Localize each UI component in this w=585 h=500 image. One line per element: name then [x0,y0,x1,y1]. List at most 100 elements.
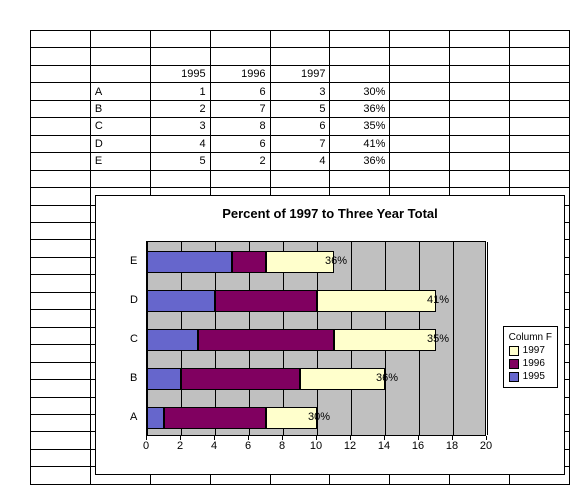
cell[interactable] [31,83,91,100]
cell[interactable] [31,240,91,257]
data-cell[interactable]: 2 [150,100,210,117]
row-label-cell[interactable]: B [90,100,150,117]
data-cell[interactable]: 3 [270,83,330,100]
row-label-cell[interactable]: C [90,118,150,135]
cell[interactable] [450,118,510,135]
cell[interactable] [31,380,91,397]
data-cell[interactable]: 7 [210,100,270,117]
cell[interactable] [210,31,270,48]
row-label-cell[interactable]: A [90,83,150,100]
cell[interactable] [31,414,91,431]
data-cell[interactable]: 35% [330,118,390,135]
cell[interactable] [510,153,570,170]
cell[interactable] [390,100,450,117]
row-label-cell[interactable]: D [90,135,150,152]
cell[interactable] [510,31,570,48]
header-cell[interactable]: 1996 [210,65,270,82]
cell[interactable] [90,170,150,187]
cell[interactable] [90,31,150,48]
cell[interactable] [150,48,210,65]
cell[interactable] [510,65,570,82]
cell[interactable] [270,31,330,48]
cell[interactable] [31,275,91,292]
cell[interactable] [270,170,330,187]
cell[interactable] [510,100,570,117]
data-cell[interactable]: 4 [150,135,210,152]
cell[interactable] [31,449,91,466]
data-cell[interactable]: 5 [150,153,210,170]
cell[interactable] [450,100,510,117]
cell[interactable] [31,432,91,449]
cell[interactable] [31,153,91,170]
cell[interactable] [31,188,91,205]
cell[interactable] [31,205,91,222]
cell[interactable] [31,48,91,65]
data-cell[interactable]: 36% [330,153,390,170]
cell[interactable] [90,48,150,65]
cell[interactable] [390,31,450,48]
legend-label-1995: 1995 [523,371,545,382]
cell[interactable] [450,48,510,65]
cell[interactable] [31,65,91,82]
cell[interactable] [31,345,91,362]
cell[interactable] [450,153,510,170]
cell[interactable] [510,135,570,152]
cell[interactable] [31,170,91,187]
cell[interactable] [31,467,91,485]
cell[interactable] [31,310,91,327]
cell[interactable] [31,327,91,344]
cell[interactable] [390,118,450,135]
cell[interactable] [390,83,450,100]
cell[interactable] [390,153,450,170]
segment-1995 [147,251,232,273]
data-cell[interactable]: 7 [270,135,330,152]
cell[interactable] [31,118,91,135]
cell[interactable] [210,48,270,65]
data-cell[interactable]: 8 [210,118,270,135]
cell[interactable] [150,170,210,187]
cell[interactable] [330,65,390,82]
cell[interactable] [31,397,91,414]
cell[interactable] [510,48,570,65]
cell[interactable] [31,362,91,379]
data-cell[interactable]: 41% [330,135,390,152]
cell[interactable] [31,257,91,274]
cell[interactable] [330,48,390,65]
data-cell[interactable]: 2 [210,153,270,170]
data-cell[interactable]: 36% [330,100,390,117]
cell[interactable] [90,65,150,82]
data-cell[interactable]: 1 [150,83,210,100]
cell[interactable] [390,135,450,152]
cell[interactable] [31,100,91,117]
header-cell[interactable]: 1997 [270,65,330,82]
data-cell[interactable]: 3 [150,118,210,135]
cell[interactable] [390,48,450,65]
cell[interactable] [450,65,510,82]
cell[interactable] [330,31,390,48]
cell[interactable] [510,170,570,187]
cell[interactable] [450,170,510,187]
cell[interactable] [270,48,330,65]
cell[interactable] [31,292,91,309]
data-cell[interactable]: 5 [270,100,330,117]
cell[interactable] [510,83,570,100]
cell[interactable] [450,31,510,48]
cell[interactable] [390,170,450,187]
cell[interactable] [450,135,510,152]
cell[interactable] [390,65,450,82]
cell[interactable] [450,83,510,100]
cell[interactable] [31,135,91,152]
cell[interactable] [210,170,270,187]
header-cell[interactable]: 1995 [150,65,210,82]
cell[interactable] [31,31,91,48]
cell[interactable] [31,222,91,239]
data-cell[interactable]: 4 [270,153,330,170]
data-cell[interactable]: 6 [270,118,330,135]
data-cell[interactable]: 6 [210,135,270,152]
cell[interactable] [510,118,570,135]
cell[interactable] [330,170,390,187]
data-cell[interactable]: 30% [330,83,390,100]
row-label-cell[interactable]: E [90,153,150,170]
data-cell[interactable]: 6 [210,83,270,100]
cell[interactable] [150,31,210,48]
